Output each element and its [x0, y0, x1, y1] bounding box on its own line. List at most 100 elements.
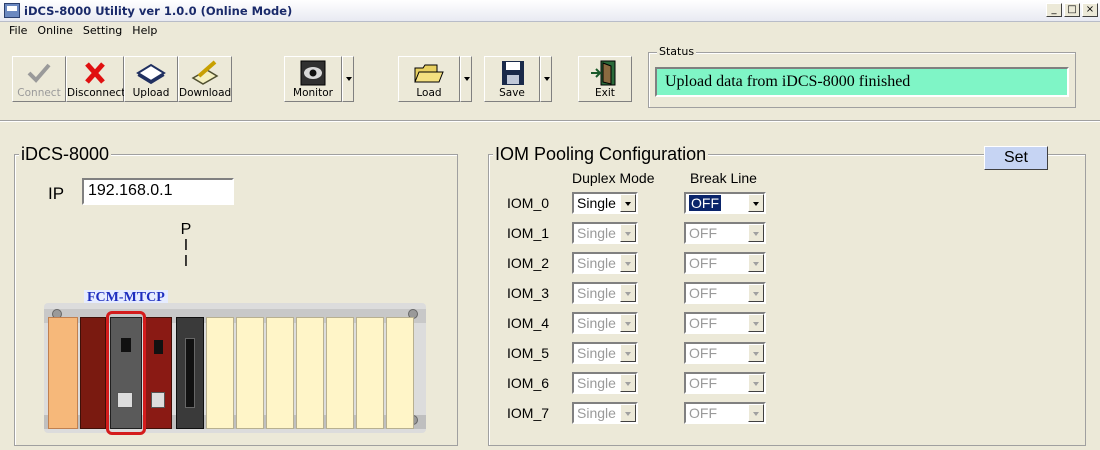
chevron-down-icon[interactable] — [748, 404, 764, 422]
break-line-select[interactable]: OFF — [684, 312, 766, 334]
monitor-dropdown[interactable] — [342, 56, 354, 102]
iom-row-label: IOM_7 — [507, 405, 550, 421]
power-slot — [48, 317, 78, 429]
io-module-slot — [176, 317, 204, 429]
toolbar: Connect Disconnect Upload Download Monit… — [0, 40, 1100, 120]
status-legend: Status — [657, 45, 697, 58]
checkmark-icon — [27, 63, 51, 83]
duplex-mode-select[interactable]: Single — [572, 252, 638, 274]
duplex-mode-value: Single — [577, 375, 616, 391]
exit-button[interactable]: Exit — [578, 56, 632, 102]
ip-address-input[interactable]: 192.168.0.1 — [82, 178, 234, 205]
red-x-icon — [85, 62, 105, 84]
duplex-mode-select[interactable]: Single — [572, 342, 638, 364]
menu-online[interactable]: Online — [32, 22, 77, 40]
duplex-mode-select[interactable]: Single — [572, 192, 638, 214]
open-folder-icon — [414, 64, 444, 83]
disconnect-label: Disconnect — [67, 87, 126, 99]
empty-slot — [236, 317, 264, 429]
chevron-down-icon[interactable] — [620, 254, 636, 272]
upload-button[interactable]: Upload — [124, 56, 178, 102]
break-line-value: OFF — [689, 255, 717, 271]
download-button[interactable]: Download — [178, 56, 232, 102]
minimize-button[interactable]: _ — [1046, 3, 1062, 17]
device-rack-image — [44, 303, 426, 433]
chevron-down-icon[interactable] — [620, 284, 636, 302]
save-label: Save — [499, 87, 525, 99]
break-line-value: OFF — [689, 285, 717, 301]
duplex-mode-value: Single — [577, 285, 616, 301]
chevron-down-icon[interactable] — [748, 194, 764, 212]
duplex-mode-header: Duplex Mode — [572, 170, 655, 186]
duplex-mode-value: Single — [577, 405, 616, 421]
close-button[interactable]: × — [1082, 3, 1098, 17]
chevron-down-icon[interactable] — [620, 194, 636, 212]
eye-monitor-icon — [300, 60, 326, 86]
chevron-down-icon[interactable] — [620, 344, 636, 362]
iom-row-label: IOM_0 — [507, 195, 550, 211]
break-line-select[interactable]: OFF — [684, 222, 766, 244]
duplex-mode-select[interactable]: Single — [572, 402, 638, 424]
chevron-down-icon[interactable] — [748, 224, 764, 242]
break-line-select[interactable]: OFF — [684, 282, 766, 304]
cpu-slot — [80, 317, 106, 429]
duplex-mode-value: Single — [577, 315, 616, 331]
upload-label: Upload — [132, 87, 170, 99]
empty-slot — [356, 317, 384, 429]
chevron-down-icon[interactable] — [620, 224, 636, 242]
set-button[interactable]: Set — [984, 146, 1048, 170]
menu-setting[interactable]: Setting — [78, 22, 127, 40]
connect-label: Connect — [17, 87, 61, 99]
chevron-down-icon[interactable] — [620, 374, 636, 392]
pii-letter: P — [180, 221, 192, 238]
status-group: Status Upload data from iDCS-8000 finish… — [648, 45, 1076, 108]
duplex-mode-value: Single — [577, 225, 616, 241]
duplex-mode-value: Single — [577, 255, 616, 271]
app-icon — [4, 3, 20, 18]
connect-button[interactable]: Connect — [12, 56, 66, 102]
floppy-disk-icon — [502, 61, 524, 85]
load-dropdown[interactable] — [460, 56, 472, 102]
break-line-select[interactable]: OFF — [684, 192, 766, 214]
chevron-down-icon[interactable] — [620, 314, 636, 332]
empty-slot — [266, 317, 294, 429]
duplex-mode-select[interactable]: Single — [572, 372, 638, 394]
chevron-down-icon[interactable] — [748, 374, 764, 392]
chevron-down-icon[interactable] — [748, 284, 764, 302]
window-title: iDCS-8000 Utility ver 1.0.0 (Online Mode… — [24, 4, 293, 18]
exit-label: Exit — [595, 87, 615, 99]
chevron-down-icon[interactable] — [748, 314, 764, 332]
pii-label: P I I — [180, 222, 192, 270]
selected-module-highlight — [106, 311, 146, 435]
device-legend: iDCS-8000 — [19, 144, 112, 165]
monitor-label: Monitor — [293, 87, 333, 99]
menu-help[interactable]: Help — [127, 22, 162, 40]
break-line-select[interactable]: OFF — [684, 252, 766, 274]
break-line-header: Break Line — [690, 170, 757, 186]
maximize-button[interactable]: □ — [1064, 3, 1080, 17]
duplex-mode-select[interactable]: Single — [572, 312, 638, 334]
break-line-select[interactable]: OFF — [684, 402, 766, 424]
save-button[interactable]: Save — [484, 56, 540, 102]
chevron-down-icon[interactable] — [748, 344, 764, 362]
pii-letter: I — [183, 253, 189, 270]
chevron-down-icon[interactable] — [748, 254, 764, 272]
disconnect-button[interactable]: Disconnect — [66, 56, 126, 102]
empty-slot — [386, 317, 414, 429]
save-dropdown[interactable] — [540, 56, 552, 102]
break-line-value: OFF — [689, 315, 717, 331]
status-message: Upload data from iDCS-8000 finished — [655, 67, 1069, 97]
break-line-select[interactable]: OFF — [684, 372, 766, 394]
pen-paper-icon — [191, 60, 219, 85]
exit-door-icon — [591, 60, 616, 86]
chevron-down-icon[interactable] — [620, 404, 636, 422]
duplex-mode-select[interactable]: Single — [572, 222, 638, 244]
toolbar-separator — [0, 120, 1100, 122]
break-line-select[interactable]: OFF — [684, 342, 766, 364]
duplex-mode-select[interactable]: Single — [572, 282, 638, 304]
ip-label: IP — [48, 184, 65, 203]
load-button[interactable]: Load — [398, 56, 460, 102]
menu-file[interactable]: File — [4, 22, 32, 40]
break-line-value: OFF — [689, 195, 721, 211]
monitor-button[interactable]: Monitor — [284, 56, 342, 102]
